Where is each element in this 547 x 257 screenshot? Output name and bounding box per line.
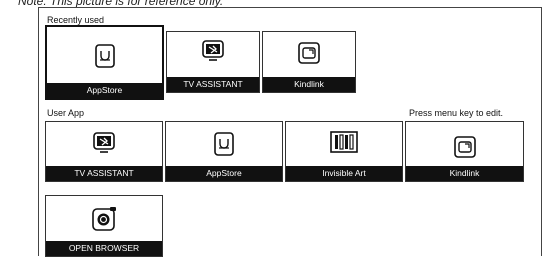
browser-icon (92, 207, 116, 231)
tile-label: Invisible Art (286, 166, 402, 181)
invisible-art-icon (330, 131, 358, 153)
section-label-recent: Recently used (47, 15, 105, 25)
tile-label: TV ASSISTANT (46, 166, 162, 181)
tile-label: Kindlink (406, 166, 523, 181)
user-tile-tv-assistant[interactable]: TV ASSISTANT (45, 121, 163, 182)
edit-hint: Press menu key to edit. (408, 108, 503, 118)
tile-label: AppStore (47, 83, 162, 98)
recent-tile-tv-assistant[interactable]: TV ASSISTANT (166, 31, 260, 93)
tile-label: AppStore (166, 166, 282, 181)
tile-label: TV ASSISTANT (167, 77, 259, 92)
user-tile-appstore[interactable]: AppStore (165, 121, 283, 182)
appstore-icon (94, 44, 115, 68)
user-tile-invisible-art[interactable]: Invisible Art (285, 121, 403, 182)
appstore-icon (214, 132, 234, 156)
recent-tile-appstore[interactable]: AppStore (45, 25, 164, 100)
tv-assistant-icon (202, 40, 224, 61)
section-label-user-app: User App (47, 108, 85, 118)
kindlink-icon (298, 42, 320, 64)
tile-label: OPEN BROWSER (46, 241, 162, 256)
tile-label: Kindlink (263, 77, 355, 92)
kindlink-icon (453, 136, 476, 158)
user-tile-kindlink[interactable]: Kindlink (405, 121, 524, 182)
tv-assistant-icon (93, 132, 115, 153)
user-tile-open-browser[interactable]: OPEN BROWSER (45, 195, 163, 257)
launcher-panel: Recently used AppStore TV ASSISTANT Kind… (38, 7, 542, 257)
recent-tile-kindlink[interactable]: Kindlink (262, 31, 356, 93)
